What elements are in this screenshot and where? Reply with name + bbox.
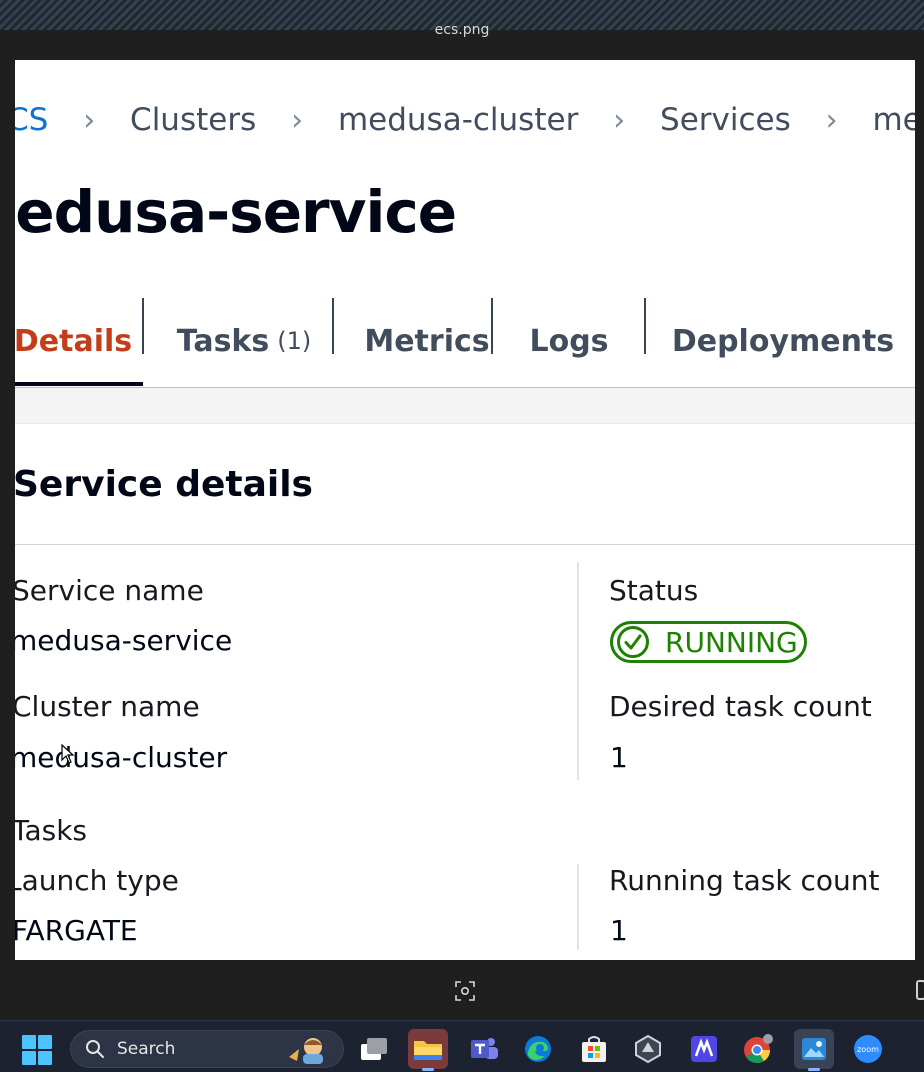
chevron-right-icon: › bbox=[291, 103, 304, 138]
app-hexagon-icon[interactable] bbox=[628, 1029, 668, 1069]
launch-type-value: FARGATE bbox=[15, 914, 138, 947]
tasks-heading: Tasks bbox=[15, 814, 88, 847]
tab-divider bbox=[644, 298, 646, 354]
windows-taskbar: Search zoom bbox=[0, 1020, 924, 1072]
file-explorer-icon[interactable] bbox=[408, 1029, 448, 1071]
active-tab-indicator bbox=[15, 382, 143, 386]
edge-browser-icon[interactable] bbox=[518, 1029, 558, 1069]
search-placeholder: Search bbox=[117, 1039, 176, 1059]
breadcrumb-item-clusters[interactable]: Clusters bbox=[130, 102, 256, 138]
tab-details-label: Details bbox=[15, 323, 133, 359]
search-highlight-icon bbox=[289, 1038, 323, 1064]
tab-tasks-count: (1) bbox=[277, 327, 312, 355]
status-label: Status bbox=[609, 574, 699, 607]
tab-metrics[interactable]: Metrics bbox=[355, 296, 499, 386]
app-m-icon[interactable] bbox=[684, 1029, 724, 1069]
launch-type-label: Launch type bbox=[15, 864, 179, 897]
tab-deployments[interactable]: Deployments bbox=[663, 296, 903, 386]
status-badge: RUNNING bbox=[610, 621, 807, 663]
content-separator bbox=[15, 388, 915, 424]
viewer-file-name: ecs.png bbox=[434, 22, 490, 38]
tab-metrics-label: Metrics bbox=[364, 323, 490, 359]
tab-divider bbox=[332, 298, 334, 354]
chrome-browser-icon[interactable] bbox=[738, 1029, 778, 1069]
chevron-right-icon: › bbox=[825, 103, 838, 138]
desired-task-count-label: Desired task count bbox=[609, 690, 872, 723]
tab-deployments-label: Deployments bbox=[671, 323, 895, 359]
search-icon bbox=[86, 1040, 104, 1058]
windows-start-icon[interactable] bbox=[22, 1035, 52, 1065]
status-value: RUNNING bbox=[665, 625, 798, 659]
tab-logs[interactable]: Logs bbox=[505, 296, 633, 386]
viewer-toolbar bbox=[0, 960, 924, 1020]
cluster-name-value[interactable]: medusa-cluster bbox=[15, 741, 227, 774]
breadcrumb-item-services[interactable]: Services bbox=[660, 102, 791, 138]
task-view-icon[interactable] bbox=[354, 1029, 394, 1069]
tab-tasks[interactable]: Tasks (1) bbox=[155, 296, 333, 386]
chevron-right-icon: › bbox=[83, 103, 96, 138]
tab-logs-label: Logs bbox=[529, 323, 609, 359]
tab-details[interactable]: Details bbox=[15, 296, 143, 386]
breadcrumb: CS › Clusters › medusa-cluster › Service… bbox=[15, 102, 915, 138]
teams-icon[interactable] bbox=[464, 1029, 504, 1069]
desired-task-count-value: 1 bbox=[610, 741, 628, 774]
breadcrumb-item-cluster[interactable]: medusa-cluster bbox=[338, 102, 578, 138]
section-title: Service details bbox=[15, 464, 313, 505]
taskbar-search[interactable]: Search bbox=[70, 1030, 344, 1068]
tab-tasks-label: Tasks bbox=[176, 323, 270, 359]
tab-divider bbox=[491, 298, 493, 354]
mouse-cursor-icon bbox=[61, 744, 75, 764]
service-name-label: Service name bbox=[15, 574, 204, 607]
check-circle-icon bbox=[615, 624, 651, 660]
running-task-count-label: Running task count bbox=[609, 864, 880, 897]
ecs-console-screenshot: CS › Clusters › medusa-cluster › Service… bbox=[15, 60, 915, 960]
tab-bar: Details Tasks (1) Metrics Logs Deploymen… bbox=[15, 296, 915, 388]
tab-divider bbox=[142, 298, 144, 354]
zoom-app-icon[interactable]: zoom bbox=[848, 1029, 888, 1069]
column-divider bbox=[577, 562, 579, 780]
breadcrumb-item-ecs[interactable]: CS bbox=[15, 102, 48, 138]
breadcrumb-item-service: medusa- bbox=[872, 102, 915, 138]
cluster-name-label: Cluster name bbox=[15, 690, 200, 723]
microsoft-store-icon[interactable] bbox=[574, 1029, 614, 1069]
chevron-right-icon: › bbox=[613, 103, 626, 138]
section-divider bbox=[15, 544, 915, 545]
screenshot-icon[interactable] bbox=[454, 980, 476, 1002]
running-task-count-value: 1 bbox=[610, 914, 628, 947]
photos-app-icon[interactable] bbox=[794, 1029, 834, 1071]
panel-toggle-icon[interactable] bbox=[916, 980, 924, 1000]
service-name-value: medusa-service bbox=[15, 624, 233, 657]
svg-text:zoom: zoom bbox=[857, 1045, 879, 1054]
column-divider bbox=[577, 864, 579, 950]
page-title: nedusa-service bbox=[15, 178, 457, 246]
